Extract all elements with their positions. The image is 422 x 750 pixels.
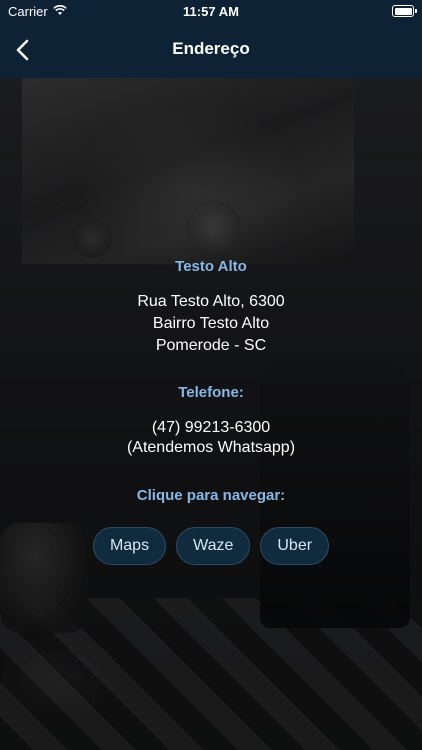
navigation-buttons: Maps Waze Uber (0, 527, 422, 565)
address-content: Testo Alto Rua Testo Alto, 6300 Bairro T… (0, 0, 422, 750)
address-line-2: Bairro Testo Alto (152, 315, 270, 332)
phone-label: Telefone: (178, 384, 244, 401)
phone-number: (47) 99213-6300 (151, 419, 271, 436)
whatsapp-note: (Atendemos Whatsapp) (126, 439, 296, 456)
waze-button[interactable]: Waze (176, 527, 251, 565)
location-name: Testo Alto (175, 258, 247, 275)
navigate-label: Clique para navegar: (136, 487, 286, 504)
uber-button[interactable]: Uber (260, 527, 330, 565)
address-line-3: Pomerode - SC (155, 337, 267, 354)
address-line-1: Rua Testo Alto, 6300 (137, 293, 285, 310)
maps-button[interactable]: Maps (92, 527, 167, 565)
